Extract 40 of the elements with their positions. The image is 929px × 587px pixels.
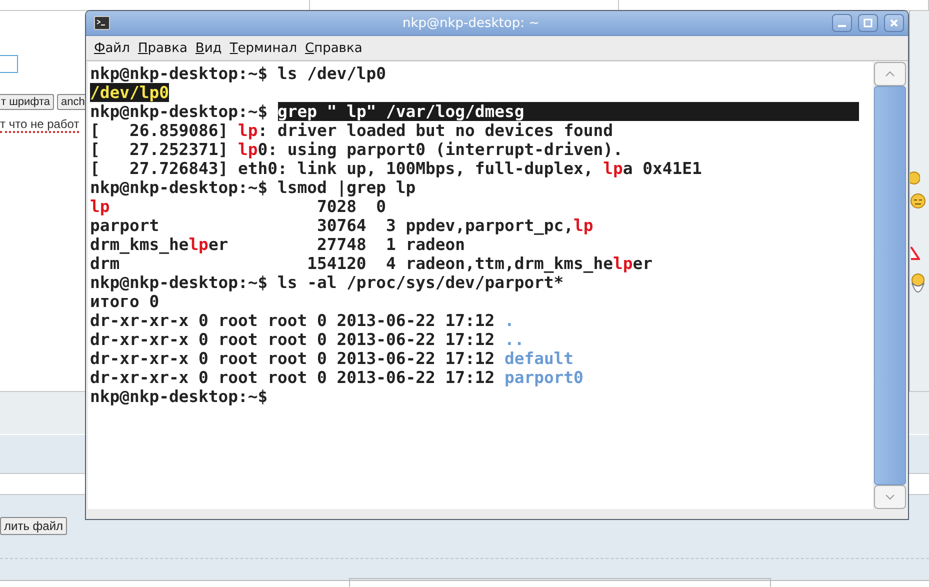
warning-icon bbox=[910, 245, 920, 261]
terminal-line: nkp@nkp-desktop:~$ ls /dev/lp0 bbox=[90, 64, 388, 83]
terminal-line: dr-xr-xr-x 0 root root 0 2013-06-22 17:12 .. bbox=[90, 330, 526, 349]
maximize-button[interactable] bbox=[858, 14, 878, 32]
text-field[interactable] bbox=[0, 55, 18, 73]
terminal-line: nkp@nkp-desktop:~$ ls -al /proc/sys/dev/parport* bbox=[90, 273, 565, 292]
menu-item[interactable]: Терминал bbox=[226, 38, 302, 58]
smiley-icon bbox=[910, 193, 926, 209]
menu-item[interactable]: Вид bbox=[191, 38, 226, 58]
menu-item[interactable]: Правка bbox=[134, 38, 192, 58]
terminal-icon bbox=[94, 16, 110, 30]
smiley-icon bbox=[910, 171, 920, 185]
window-title: nkp@nkp-desktop: ~ bbox=[402, 16, 540, 30]
terminal-line: [ 27.252371] lp0: using parport0 (interrupt-driven). bbox=[90, 140, 624, 159]
menu-item[interactable]: Файл bbox=[90, 38, 134, 58]
terminal-line: dr-xr-xr-x 0 root root 0 2013-06-22 17:12 parport0 bbox=[90, 368, 584, 387]
menu-item[interactable]: Справка bbox=[301, 38, 366, 58]
terminal-line: lp 7028 0 bbox=[90, 197, 388, 216]
scroll-down-button[interactable] bbox=[874, 485, 906, 509]
terminal-line: nkp@nkp-desktop:~$ lsmod |grep lp bbox=[90, 178, 417, 197]
toolbar-button[interactable]: т шрифта bbox=[0, 94, 54, 110]
terminal-line: drm 154120 4 radeon,ttm,drm_kms_helper bbox=[90, 254, 654, 273]
terminal-line: drm_kms_helper 27748 1 radeon bbox=[90, 235, 466, 254]
delete-file-button[interactable]: лить файл bbox=[0, 517, 68, 535]
minimize-icon bbox=[838, 25, 846, 27]
terminal-line: parport 30764 3 ppdev,parport_pc,lp bbox=[90, 216, 594, 235]
terminal-line: dr-xr-xr-x 0 root root 0 2013-06-22 17:12 default bbox=[90, 349, 575, 368]
close-button[interactable] bbox=[884, 14, 904, 32]
maximize-icon bbox=[863, 18, 873, 28]
terminal-line: [ 26.859086] lp: driver loaded but no devices found bbox=[90, 121, 614, 140]
scrollbar-thumb[interactable] bbox=[874, 86, 906, 485]
terminal-line: [ 27.726843] eth0: link up, 100Mbps, full-duplex, lpa 0x41E1 bbox=[90, 159, 703, 178]
scroll-up-button[interactable] bbox=[874, 62, 906, 86]
close-icon bbox=[889, 18, 899, 28]
page-text: т что не работ bbox=[0, 117, 80, 133]
terminal-line: nkp@nkp-desktop:~$ bbox=[90, 387, 269, 406]
terminal-line: итого 0 bbox=[90, 292, 160, 311]
minimize-button[interactable] bbox=[832, 14, 852, 32]
terminal-line: nkp@nkp-desktop:~$ grep " lp" /var/log/dmesg bbox=[90, 102, 859, 121]
terminal-line: dr-xr-xr-x 0 root root 0 2013-06-22 17:12 . bbox=[90, 311, 516, 330]
